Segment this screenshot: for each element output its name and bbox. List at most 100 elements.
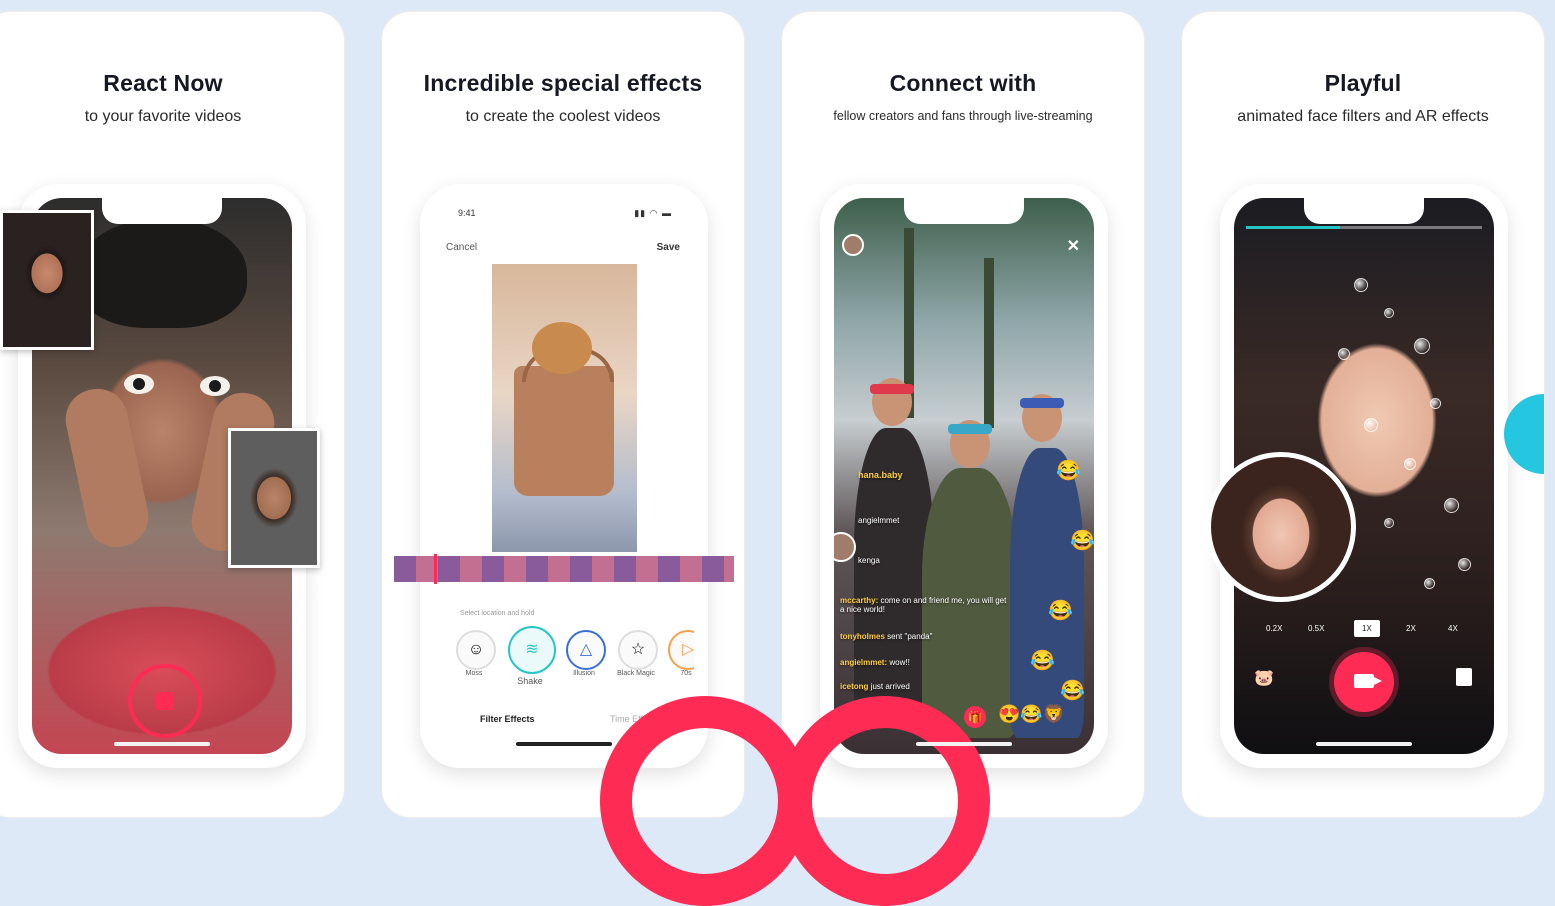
card-subtitle: to your favorite videos: [84, 108, 242, 125]
tab-filter-effects[interactable]: Filter Effects: [480, 714, 535, 724]
viewer-avatar[interactable]: [834, 532, 856, 562]
phone-mockup: ✕ hana.baby angielmmet kenga mccarthy: c…: [820, 184, 1108, 768]
app-store-screenshot-strip: React Now to your favorite videos Incred…: [0, 0, 1555, 906]
effect-black-magic-button[interactable]: ☆: [618, 630, 658, 670]
recording-progress-bar: [1246, 226, 1482, 229]
card-title: Playful: [1324, 70, 1402, 96]
dog-image: [532, 322, 592, 374]
water-drop-effect: [1384, 308, 1394, 318]
chat-message: icetong just arrived: [840, 682, 910, 691]
close-icon[interactable]: ✕: [1067, 236, 1080, 256]
effects-hint: Select location and hold: [460, 610, 535, 617]
card-subtitle: to create the coolest videos: [465, 108, 661, 125]
subject-hand: [60, 383, 154, 553]
viewer-name: kenga: [858, 556, 880, 565]
home-indicator: [916, 742, 1012, 746]
water-drop-effect: [1444, 498, 1459, 513]
speed-option[interactable]: 0.5X: [1308, 624, 1324, 633]
card-title: Connect with: [889, 70, 1037, 96]
viewer-name: angielmmet: [858, 516, 900, 525]
emoji-reaction-bar[interactable]: 😍😂🦁: [998, 704, 1065, 725]
water-drop-effect: [1338, 348, 1350, 360]
save-button[interactable]: Save: [657, 242, 680, 253]
subject-eye: [200, 376, 230, 396]
headband: [1020, 398, 1064, 408]
chat-username: tonyholmes: [840, 632, 885, 641]
reaction-thumbnail[interactable]: [228, 428, 320, 568]
viewer-username: hana.baby: [858, 470, 903, 480]
video-subject-hair: [77, 218, 247, 328]
effect-moss-button[interactable]: ☺: [456, 630, 496, 670]
home-indicator: [1316, 742, 1412, 746]
phone-notch: [904, 198, 1024, 224]
headband: [870, 384, 914, 394]
speed-option-selected[interactable]: 1X: [1354, 620, 1380, 637]
water-drop-effect: [1404, 458, 1416, 470]
headband: [948, 424, 992, 434]
phone-notch: [1304, 198, 1424, 224]
water-drop-effect: [1354, 278, 1368, 292]
video-timeline[interactable]: [394, 554, 734, 584]
card-react-now: React Now to your favorite videos: [0, 12, 344, 817]
speed-option[interactable]: 4X: [1448, 624, 1458, 633]
gift-icon[interactable]: 🎁: [964, 706, 986, 728]
card-playful: Playful animated face filters and AR eff…: [1182, 12, 1544, 817]
water-drop-effect: [1364, 418, 1378, 432]
effect-label: Black Magic: [617, 670, 655, 677]
chat-text: just arrived: [870, 682, 910, 691]
live-stream-screen: ✕ hana.baby angielmmet kenga mccarthy: c…: [834, 198, 1094, 754]
card-title: React Now: [103, 70, 223, 96]
face-icon: ☺: [467, 641, 485, 658]
status-icons: ▮▮ ◠ ▬: [634, 208, 672, 218]
decorative-red-ring: [600, 696, 810, 906]
water-drop-effect: [1424, 578, 1435, 589]
water-drop-effect: [1458, 558, 1471, 571]
effect-70s-button[interactable]: ▷: [668, 630, 694, 670]
speed-option[interactable]: 2X: [1406, 624, 1416, 633]
record-dot-icon: [156, 692, 174, 710]
card-title: Incredible special effects: [423, 70, 703, 96]
cancel-button[interactable]: Cancel: [446, 242, 477, 253]
decorative-red-ring: [780, 696, 990, 906]
viewer-name: hana.baby: [858, 470, 903, 480]
effect-label: Shake: [517, 676, 543, 686]
reaction-thumbnail[interactable]: [0, 210, 94, 350]
effect-illusion-button[interactable]: △: [566, 630, 606, 670]
laughing-emoji-icon: 😂: [1060, 680, 1085, 702]
record-button[interactable]: [1334, 652, 1394, 712]
face-filter-preview: [1206, 452, 1356, 602]
laughing-emoji-icon: 😂: [1048, 600, 1073, 622]
card-connect-with: Connect with fellow creators and fans th…: [782, 12, 1144, 817]
effect-label: Illusion: [573, 670, 595, 677]
chat-username: mccarthy:: [840, 596, 879, 605]
status-time: 9:41: [458, 208, 476, 218]
chat-message: angielmmet: wow!!: [840, 658, 910, 667]
shake-icon: ≋: [525, 641, 539, 658]
effects-icon[interactable]: 🐷: [1254, 668, 1274, 688]
star-icon: ☆: [630, 641, 646, 658]
upload-icon[interactable]: [1456, 668, 1472, 686]
phone-mockup: 9:41 ▮▮ ◠ ▬ Cancel Save Select location …: [420, 184, 708, 768]
effect-label: Moss: [465, 670, 483, 677]
speed-option[interactable]: 0.2X: [1266, 624, 1282, 633]
water-drop-effect: [1430, 398, 1441, 409]
host-avatar[interactable]: [842, 234, 864, 256]
home-indicator: [114, 742, 210, 746]
effect-label: 70s: [680, 670, 692, 677]
card-subtitle: fellow creators and fans through live-st…: [833, 109, 1093, 123]
home-indicator: [516, 742, 612, 746]
timeline-playhead[interactable]: [434, 554, 437, 584]
chat-username: icetong: [840, 682, 869, 691]
palm-tree: [984, 258, 994, 428]
chat-message: tonyholmes sent "panda": [840, 632, 932, 641]
chat-text: sent "panda": [887, 632, 933, 641]
subject-eye: [124, 374, 154, 394]
decorative-cyan-circle: [1504, 394, 1544, 474]
play-icon: ▷: [681, 641, 694, 658]
laughing-emoji-icon: 😂: [1056, 460, 1081, 482]
card-subtitle: animated face filters and AR effects: [1237, 108, 1489, 125]
bag-image: [514, 348, 614, 496]
phone-notch: [102, 198, 222, 224]
effect-shake-button[interactable]: ≋: [508, 626, 556, 674]
chat-text: wow!!: [889, 658, 910, 667]
